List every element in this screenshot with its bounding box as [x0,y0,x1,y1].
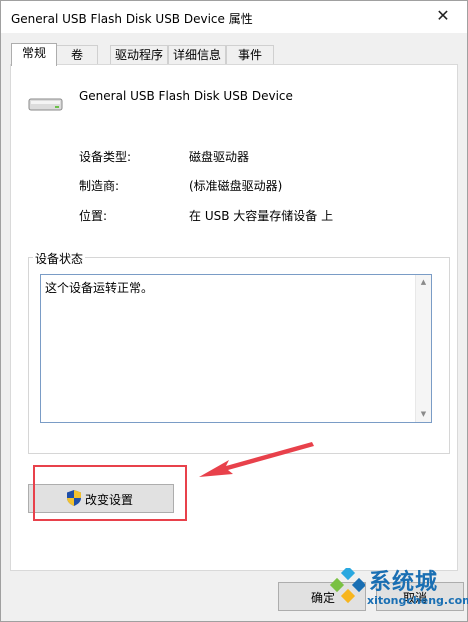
location-label: 位置: [79,209,108,223]
watermark: 系统城 xitongcheng.com [325,562,468,620]
scroll-up-icon[interactable]: ▲ [416,276,431,289]
device-type-label: 设备类型: [79,150,132,164]
device-name: General USB Flash Disk USB Device [79,89,293,103]
manufacturer-value: (标准磁盘驱动器) [189,179,283,193]
tab-volume[interactable]: 卷 [56,45,98,65]
location-value: 在 USB 大容量存储设备 上 [189,209,334,223]
device-status-title: 设备状态 [33,250,86,267]
tab-events[interactable]: 事件 [226,45,274,65]
title-bar: General USB Flash Disk USB Device 属性 ✕ [1,1,467,33]
scroll-down-icon[interactable]: ▼ [416,408,431,421]
windows-logo-icon [329,568,365,604]
manufacturer-label: 制造商: [79,179,120,193]
device-status-group: 设备状态 这个设备运转正常。 ▲ ▼ [28,250,450,454]
watermark-brand: 系统城 [369,570,439,595]
device-type-value: 磁盘驱动器 [189,150,250,164]
change-settings-button[interactable]: 改变设置 [28,484,174,513]
change-settings-label: 改变设置 [85,493,134,507]
close-icon[interactable]: ✕ [433,6,453,26]
status-scrollbar[interactable]: ▲ ▼ [415,275,431,422]
uac-shield-icon [67,490,81,506]
tab-general[interactable]: 常规 [11,43,57,66]
general-tab-panel: General USB Flash Disk USB Device 设备类型: … [10,64,458,571]
tab-driver[interactable]: 驱动程序 [110,45,168,65]
device-status-text: 这个设备运转正常。 [45,281,154,295]
usb-drive-icon [28,98,63,111]
tab-details[interactable]: 详细信息 [168,45,226,65]
device-status-textbox[interactable]: 这个设备运转正常。 ▲ ▼ [40,274,432,423]
watermark-url: xitongcheng.com [367,594,468,607]
properties-window: General USB Flash Disk USB Device 属性 ✕ 常… [0,0,468,622]
window-title: General USB Flash Disk USB Device 属性 [11,12,253,26]
